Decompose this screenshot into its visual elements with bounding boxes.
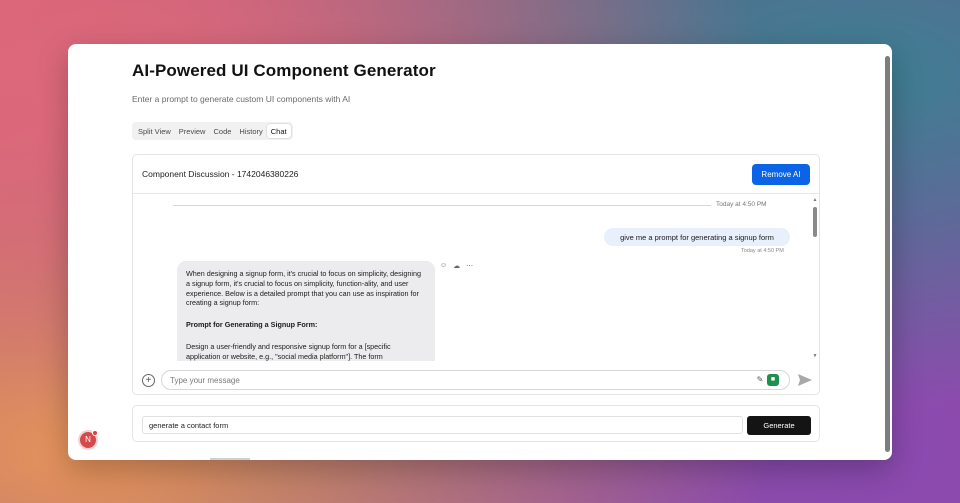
tab-split-view[interactable]: Split View <box>134 124 175 138</box>
generate-button[interactable]: Generate <box>747 416 811 435</box>
extension-icon[interactable]: ■ <box>767 374 779 386</box>
tab-history[interactable]: History <box>235 124 266 138</box>
page-title: AI-Powered UI Component Generator <box>132 61 436 80</box>
avatar[interactable]: N <box>78 430 98 450</box>
date-divider <box>173 205 711 206</box>
notification-dot <box>92 430 98 436</box>
user-message-text: give me a prompt for generating a signup… <box>620 232 774 242</box>
tab-chat[interactable]: Chat <box>266 124 291 138</box>
add-attachment-icon[interactable]: + <box>142 374 155 387</box>
scroll-down-arrow-icon[interactable]: ▼ <box>812 353 818 359</box>
chat-panel: Component Discussion - 1742046380226 Rem… <box>132 154 820 395</box>
send-icon[interactable] <box>797 372 813 388</box>
prompt-input[interactable] <box>142 416 743 434</box>
ai-message-intro: When designing a signup form, it's cruci… <box>186 269 421 308</box>
bottom-indicator <box>210 458 250 460</box>
message-scrollbar[interactable]: ▲ ▼ <box>812 197 818 359</box>
tab-code[interactable]: Code <box>209 124 235 138</box>
ai-message-bubble: When designing a signup form, it's cruci… <box>177 261 435 361</box>
chat-header: Component Discussion - 1742046380226 Rem… <box>133 155 819 194</box>
generator-panel: Generate <box>132 405 820 442</box>
scroll-up-arrow-icon[interactable]: ▲ <box>812 197 818 203</box>
emoji-reaction-icon[interactable]: ☺ <box>440 262 447 270</box>
ai-message-actions: ☺ ☁ ⋯ <box>440 262 473 270</box>
ai-message-heading: Prompt for Generating a Signup Form: <box>186 320 318 330</box>
more-options-icon[interactable]: ⋯ <box>466 262 473 270</box>
divider-timestamp: Today at 4:50 PM <box>716 201 767 208</box>
page-subtitle: Enter a prompt to generate custom UI com… <box>132 94 351 104</box>
message-composer: + ✎ ■ <box>139 370 815 392</box>
page-scrollbar-thumb[interactable] <box>885 56 890 452</box>
remove-ai-button[interactable]: Remove AI <box>752 163 810 185</box>
user-message-timestamp: Today at 4:50 PM <box>741 248 784 254</box>
pen-icon[interactable]: ✎ <box>755 375 765 385</box>
avatar-initial: N <box>85 435 91 444</box>
ai-message-body: Design a user-friendly and responsive si… <box>186 341 391 361</box>
message-list: Today at 4:50 PM give me a prompt for ge… <box>133 195 819 361</box>
app-window: AI-Powered UI Component Generator Enter … <box>68 44 892 460</box>
page-scrollbar[interactable] <box>885 56 890 452</box>
chat-title: Component Discussion - 1742046380226 <box>142 169 299 179</box>
message-scrollbar-thumb[interactable] <box>813 207 817 237</box>
message-input[interactable] <box>161 370 790 390</box>
view-tabs: Split View Preview Code History Chat <box>132 122 293 140</box>
tab-preview[interactable]: Preview <box>175 124 210 138</box>
user-message-bubble: give me a prompt for generating a signup… <box>604 228 790 246</box>
cloud-icon[interactable]: ☁ <box>453 262 460 270</box>
